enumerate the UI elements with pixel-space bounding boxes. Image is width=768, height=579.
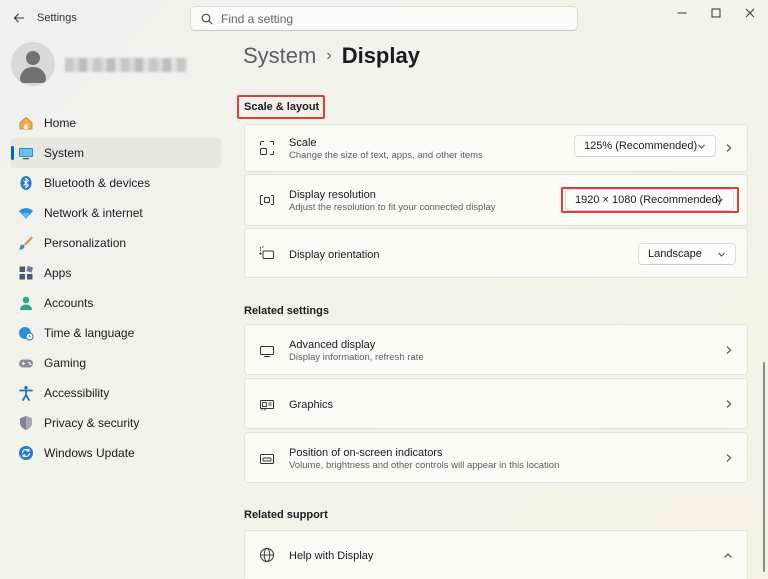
shield-icon [17, 414, 35, 432]
maximize-button[interactable] [703, 4, 729, 22]
help-with-display-card[interactable]: Help with Display [244, 530, 748, 579]
sidebar-item-accounts[interactable]: Accounts [10, 288, 221, 318]
related-settings-heading: Related settings [244, 305, 329, 317]
sidebar-item-home[interactable]: Home [10, 108, 221, 138]
wifi-icon [17, 204, 35, 222]
scale-card[interactable]: Scale Change the size of text, apps, and… [244, 124, 748, 172]
chevron-down-icon [697, 142, 706, 151]
related-support-heading: Related support [244, 509, 328, 521]
help-with-display-title: Help with Display [289, 550, 374, 562]
globe-clock-icon [17, 324, 35, 342]
sidebar-item-personalization[interactable]: Personalization [10, 228, 221, 258]
bluetooth-icon [17, 174, 35, 192]
advanced-display-subtitle: Display information, refresh rate [289, 352, 424, 363]
sidebar-item-system[interactable]: System [10, 138, 221, 168]
scale-dropdown[interactable]: 125% (Recommended) [574, 135, 716, 157]
chevron-right-icon [723, 453, 733, 463]
orientation-dropdown[interactable]: Landscape [638, 243, 736, 265]
sidebar-item-accessibility[interactable]: Accessibility [10, 378, 221, 408]
breadcrumb-separator: › [326, 47, 332, 64]
display-resolution-subtitle: Adjust the resolution to fit your connec… [289, 202, 496, 213]
profile-name-redacted [65, 58, 187, 72]
sidebar-item-time-language[interactable]: Time & language [10, 318, 221, 348]
update-icon [17, 444, 35, 462]
on-screen-indicators-title: Position of on-screen indicators [289, 447, 443, 459]
accessibility-icon [17, 384, 35, 402]
person-icon [17, 294, 35, 312]
advanced-display-card[interactable]: Advanced display Display information, re… [244, 324, 748, 375]
avatar [11, 42, 55, 86]
chevron-right-icon [723, 399, 733, 409]
apps-icon [17, 264, 35, 282]
search-input[interactable] [221, 11, 541, 26]
advanced-display-title: Advanced display [289, 339, 376, 351]
display-resolution-title: Display resolution [289, 189, 376, 201]
graphics-card[interactable]: Graphics [244, 378, 748, 429]
graphics-title: Graphics [289, 399, 334, 411]
display-orientation-title: Display orientation [289, 249, 380, 261]
brush-icon [17, 234, 35, 252]
maximize-icon [711, 8, 721, 18]
orientation-dropdown-value: Landscape [648, 248, 702, 260]
resolution-icon [258, 191, 276, 209]
sidebar-item-bluetooth[interactable]: Bluetooth & devices [10, 168, 221, 198]
search-box[interactable] [190, 6, 578, 31]
breadcrumb: System › Display [243, 43, 420, 69]
graphics-card-icon [258, 396, 276, 414]
title-bar: Settings [0, 0, 768, 36]
chevron-up-icon[interactable] [723, 550, 733, 560]
app-title: Settings [37, 12, 77, 24]
orientation-icon [258, 244, 276, 262]
gamepad-icon [17, 354, 35, 372]
resolution-highlight [561, 187, 739, 213]
on-screen-indicators-card[interactable]: Position of on-screen indicators Volume,… [244, 432, 748, 483]
globe-icon [258, 546, 276, 564]
sidebar-item-gaming[interactable]: Gaming [10, 348, 221, 378]
scrollbar-thumb[interactable] [763, 362, 765, 572]
minimize-button[interactable] [669, 4, 695, 22]
search-icon [201, 13, 213, 25]
chevron-right-icon [723, 345, 733, 355]
back-button[interactable] [10, 9, 28, 27]
on-screen-indicators-subtitle: Volume, brightness and other controls wi… [289, 460, 560, 471]
minimize-icon [677, 12, 687, 14]
scale-subtitle: Change the size of text, apps, and other… [289, 150, 483, 161]
breadcrumb-parent-link[interactable]: System [243, 43, 316, 69]
monitor-icon [17, 144, 35, 162]
scale-icon [258, 139, 276, 157]
scale-layout-heading: Scale & layout [244, 101, 320, 113]
indicator-icon [258, 450, 276, 468]
sidebar-item-network[interactable]: Network & internet [10, 198, 221, 228]
chevron-right-icon [723, 143, 733, 153]
sidebar-item-privacy[interactable]: Privacy & security [10, 408, 221, 438]
close-button[interactable] [737, 4, 763, 22]
scale-title: Scale [289, 137, 317, 149]
chevron-down-icon [717, 250, 726, 259]
selection-indicator [11, 146, 14, 160]
back-arrow-icon [13, 13, 24, 23]
monitor-outline-icon [258, 342, 276, 360]
page-title: Display [341, 43, 420, 68]
sidebar-nav: Home System Bluetooth & devices Network … [10, 108, 221, 468]
scale-dropdown-value: 125% (Recommended) [584, 140, 698, 152]
sidebar-item-apps[interactable]: Apps [10, 258, 221, 288]
sidebar-item-windows-update[interactable]: Windows Update [10, 438, 221, 468]
home-icon [17, 114, 35, 132]
close-icon [745, 8, 755, 18]
display-orientation-card[interactable]: Display orientation Landscape [244, 228, 748, 278]
